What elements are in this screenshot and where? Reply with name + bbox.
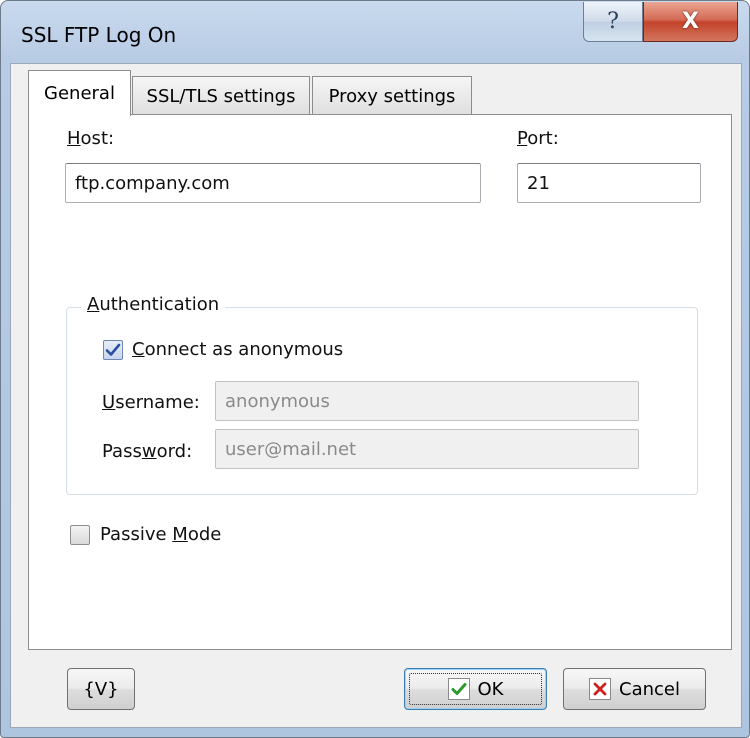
host-label: Host: xyxy=(67,128,115,149)
cancel-button-label: Cancel xyxy=(619,678,680,700)
close-icon: X xyxy=(682,9,699,34)
general-tab-panel: Host: ftp.company.com Port: 21 Authentic… xyxy=(28,114,732,650)
title-bar[interactable]: SSL FTP Log On ? X xyxy=(1,1,749,63)
focus-ring xyxy=(409,673,542,705)
ok-button-label: OK xyxy=(477,678,504,700)
tab-ssl-tls-settings[interactable]: SSL/TLS settings xyxy=(132,76,310,116)
tab-label: General xyxy=(44,83,115,104)
dialog-client-area: General SSL/TLS settings Proxy settings … xyxy=(10,63,742,728)
close-button[interactable]: X xyxy=(643,2,738,42)
ok-check-icon xyxy=(447,678,470,700)
username-input[interactable]: anonymous xyxy=(215,381,639,421)
variables-button[interactable]: {V} xyxy=(67,668,135,710)
host-input[interactable]: ftp.company.com xyxy=(65,163,481,203)
help-icon: ? xyxy=(607,9,619,34)
tab-proxy-settings[interactable]: Proxy settings xyxy=(312,76,472,116)
variables-button-label: {V} xyxy=(83,678,119,700)
ok-button[interactable]: OK xyxy=(404,668,547,710)
tab-label: Proxy settings xyxy=(328,86,456,107)
tab-general[interactable]: General xyxy=(28,70,131,116)
check-mark-icon xyxy=(105,343,121,356)
cancel-x-icon xyxy=(589,678,611,700)
username-label: Username: xyxy=(102,392,200,413)
passive-mode-checkbox[interactable] xyxy=(70,525,90,545)
dialog-window: SSL FTP Log On ? X General SSL/TLS setti… xyxy=(0,0,750,738)
help-button[interactable]: ? xyxy=(583,2,643,42)
tab-label: SSL/TLS settings xyxy=(146,86,296,107)
authentication-group-title: Authentication xyxy=(81,294,226,315)
password-label: Password: xyxy=(102,441,193,462)
window-title: SSL FTP Log On xyxy=(21,23,177,47)
cancel-button[interactable]: Cancel xyxy=(563,668,706,710)
connect-anonymous-checkbox[interactable] xyxy=(103,340,123,360)
passive-mode-label[interactable]: Passive Mode xyxy=(100,524,221,545)
port-label: Port: xyxy=(517,128,559,149)
password-input[interactable]: user@mail.net xyxy=(215,429,639,469)
port-input[interactable]: 21 xyxy=(517,163,701,203)
connect-anonymous-label[interactable]: Connect as anonymous xyxy=(132,339,343,360)
